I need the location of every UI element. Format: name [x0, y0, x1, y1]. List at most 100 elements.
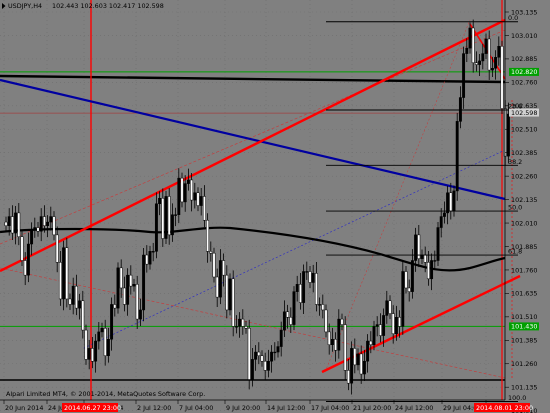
candle-body — [231, 278, 235, 327]
candle-body — [110, 304, 114, 340]
candle-body — [471, 27, 475, 64]
candle — [231, 270, 235, 337]
fib-level-label: 100.0 — [508, 394, 526, 402]
candle-body — [20, 236, 24, 261]
candle-body — [154, 203, 158, 252]
candle-body — [142, 254, 146, 311]
candle-body — [90, 348, 94, 362]
candle-body — [276, 346, 280, 353]
candle-body — [97, 331, 101, 342]
candle — [228, 273, 232, 316]
candle-body — [49, 216, 53, 223]
candle-body — [314, 273, 318, 305]
candle-body — [494, 57, 498, 69]
candle-body — [266, 360, 270, 371]
candle-body — [132, 284, 136, 287]
candle-body — [449, 192, 453, 212]
candle-body — [17, 212, 21, 237]
candle-body — [78, 300, 82, 309]
candle-body — [164, 196, 168, 239]
candle-body — [241, 318, 245, 327]
candle-body — [206, 219, 210, 252]
candle-body — [497, 46, 501, 58]
candle-body — [362, 360, 366, 375]
chart-canvas[interactable]: 0.023.638.250.061.8100.0 103.135103.0101… — [0, 0, 550, 413]
price-label: 101.260 — [511, 360, 537, 368]
price-label: 101.885 — [511, 243, 537, 251]
candle-body — [122, 287, 126, 305]
candle-body — [250, 359, 254, 380]
candle-body — [234, 326, 238, 328]
candle-body — [129, 274, 133, 287]
candle-body — [222, 260, 226, 276]
candle-body — [282, 311, 286, 331]
candle-body — [212, 252, 216, 278]
price-label: 102.885 — [511, 55, 537, 63]
candle-body — [295, 284, 299, 292]
candle-body — [202, 196, 206, 221]
candle-body — [145, 254, 149, 265]
price-label: 102.260 — [511, 172, 537, 180]
candle — [247, 319, 251, 390]
candle-body — [500, 46, 504, 109]
candle-body — [100, 328, 104, 333]
candle — [401, 261, 405, 335]
candle-body — [170, 214, 174, 236]
candle-body — [465, 47, 469, 54]
candle-body — [506, 113, 510, 157]
price-label: 102.010 — [511, 219, 537, 227]
candle-body — [321, 304, 325, 311]
candle-body — [174, 214, 178, 216]
time-label: 21 Jul 20:00 — [353, 404, 391, 412]
candle-body — [58, 262, 62, 300]
copyright-text: Alpari Limited MT4, © 2001-2014, MetaQuo… — [6, 390, 205, 398]
candle-body — [199, 196, 203, 206]
candle — [455, 112, 459, 201]
candle-body — [4, 221, 8, 226]
price-label: 102.510 — [511, 126, 537, 134]
candle-body — [10, 216, 14, 234]
candle-body — [119, 267, 123, 289]
candle-body — [193, 192, 197, 201]
candle-body — [318, 304, 322, 306]
candle-body — [308, 271, 312, 283]
candle-body — [46, 221, 50, 226]
candle-body — [94, 340, 98, 362]
price-label: 101.760 — [511, 266, 537, 274]
candle-body — [446, 192, 450, 214]
candle-body — [186, 179, 190, 184]
candle-body — [81, 300, 85, 331]
candle-body — [273, 351, 277, 354]
candle-body — [263, 360, 267, 371]
candle-body — [298, 284, 302, 303]
price-tag-label: 101.430 — [511, 323, 537, 331]
candle-body — [126, 274, 130, 305]
candle-body — [254, 351, 258, 360]
candle-body — [106, 338, 110, 356]
candle — [164, 190, 168, 245]
candle-body — [167, 196, 171, 236]
candle-body — [330, 338, 334, 345]
price-label: 102.135 — [511, 196, 537, 204]
candle-body — [410, 260, 414, 292]
candle-body — [350, 348, 354, 384]
candle-body — [414, 234, 418, 261]
time-label: 7 Jul 04:00 — [179, 404, 213, 412]
time-label: 17 Jul 04:00 — [311, 404, 349, 412]
price-label: 103.010 — [511, 32, 537, 40]
candle-body — [487, 38, 491, 71]
candle-body — [353, 348, 357, 366]
candle-body — [382, 315, 386, 336]
candle-body — [484, 38, 488, 54]
candle-body — [52, 216, 56, 236]
price-chart[interactable]: 0.0 23.6 38.2 50.0 61.8 100.0 103.135 103.010 1… — [0, 0, 550, 413]
candle-body — [39, 216, 43, 232]
time-label: 14 Jul 12:00 — [267, 404, 305, 412]
price-tag-label: 102.820 — [511, 68, 537, 76]
candle-body — [340, 318, 344, 325]
time-label: 20 Jun 2014 — [5, 404, 43, 412]
price-label: 102.760 — [511, 79, 537, 87]
candle-body — [161, 198, 165, 239]
candle-body — [87, 348, 91, 360]
candle-body — [378, 324, 382, 336]
